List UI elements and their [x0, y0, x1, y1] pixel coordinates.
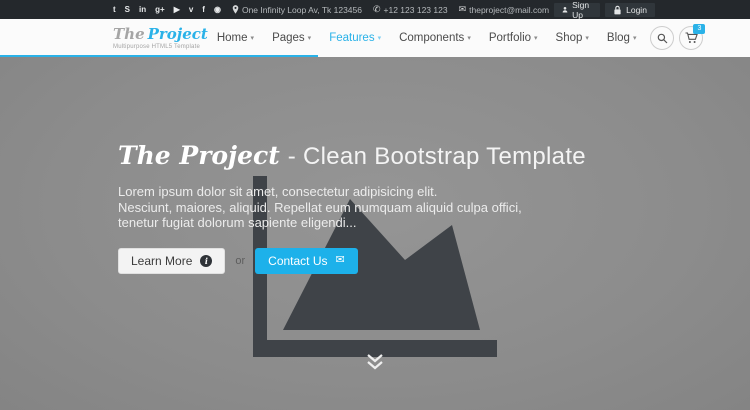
chevron-down-icon: ▾ — [467, 35, 471, 42]
lock-icon — [613, 5, 622, 15]
email-info: ✉ theproject@mail.com — [459, 5, 550, 15]
nav-item-components[interactable]: Components ▾ — [390, 19, 480, 57]
vimeo-icon[interactable]: v — [189, 6, 193, 14]
phone-icon: ✆ — [373, 5, 381, 14]
location-text: One Infinity Loop Av, Tk 123456 — [242, 5, 362, 15]
hero-paragraph-line: Nesciunt, maiores, aliquid. Repellat eum… — [118, 200, 586, 216]
logo-tagline: Multipurpose HTML5 Template — [113, 44, 208, 50]
nav-item-shop[interactable]: Shop ▾ — [547, 19, 598, 57]
hero-buttons: Learn More i or Contact Us ✉ — [118, 248, 586, 274]
google-plus-icon[interactable]: g+ — [155, 6, 165, 14]
dribbble-icon[interactable]: ◉ — [214, 6, 221, 14]
hero-paragraph: Lorem ipsum dolor sit amet, consectetur … — [118, 184, 586, 231]
skype-icon[interactable]: S — [125, 6, 130, 14]
linkedin-icon[interactable]: in — [139, 6, 146, 14]
phone-text: +12 123 123 123 — [384, 5, 448, 15]
search-button[interactable] — [650, 26, 674, 50]
social-links: t S in g+ ▶ v f ◉ — [113, 6, 221, 14]
facebook-icon[interactable]: f — [202, 6, 205, 14]
nav-item-label: Portfolio — [489, 19, 531, 57]
email-text: theproject@mail.com — [469, 5, 549, 15]
chevron-down-icon: ▾ — [633, 35, 637, 42]
hero-section: The Project - Clean Bootstrap Template L… — [0, 57, 750, 410]
hero-paragraph-line: Lorem ipsum dolor sit amet, consectetur … — [118, 184, 586, 200]
page: t S in g+ ▶ v f ◉ One Infinity Loop Av, … — [0, 0, 750, 410]
nav-item-pages[interactable]: Pages ▾ — [263, 19, 320, 57]
or-text: or — [235, 255, 245, 267]
chevron-down-icon: ▾ — [308, 35, 312, 42]
info-icon: i — [200, 255, 212, 267]
chevron-down-icon: ▾ — [378, 35, 382, 42]
logo-project: Project — [148, 25, 208, 43]
map-pin-icon — [232, 5, 239, 14]
main-menu: Home ▾ Pages ▾ Features ▾ Components ▾ P… — [208, 19, 646, 57]
login-button[interactable]: Login — [605, 3, 655, 17]
user-icon — [562, 5, 568, 14]
nav-item-label: Home — [217, 19, 248, 57]
contact-us-label: Contact Us — [268, 254, 327, 268]
youtube-icon[interactable]: ▶ — [174, 6, 180, 14]
nav-item-label: Components — [399, 19, 464, 57]
cart-count-badge: 3 — [693, 24, 705, 34]
logo-text: TheProject — [113, 27, 208, 42]
hero-title: The Project - Clean Bootstrap Template — [118, 141, 586, 171]
location-info: One Infinity Loop Av, Tk 123456 — [232, 5, 362, 15]
sign-up-label: Sign Up — [572, 0, 592, 20]
nav-item-home[interactable]: Home ▾ — [208, 19, 263, 57]
nav-item-blog[interactable]: Blog ▾ — [598, 19, 646, 57]
chevron-down-icon: ▾ — [251, 35, 255, 42]
hero-title-rest: - Clean Bootstrap Template — [288, 143, 586, 171]
navbar-icons: 3 — [645, 26, 703, 50]
login-label: Login — [626, 5, 647, 15]
nav-item-label: Blog — [607, 19, 630, 57]
topbar-inner: t S in g+ ▶ v f ◉ One Infinity Loop Av, … — [113, 0, 637, 19]
sign-up-button[interactable]: Sign Up — [554, 3, 600, 17]
hero-title-script: The Project — [118, 141, 280, 170]
navbar-inner: TheProject Multipurpose HTML5 Template H… — [113, 19, 637, 57]
logo[interactable]: TheProject Multipurpose HTML5 Template — [113, 27, 208, 50]
nav-item-label: Features — [329, 19, 374, 57]
chevron-down-icon: ▾ — [585, 35, 589, 42]
topbar: t S in g+ ▶ v f ◉ One Infinity Loop Av, … — [0, 0, 750, 19]
navbar: TheProject Multipurpose HTML5 Template H… — [0, 19, 750, 57]
learn-more-label: Learn More — [131, 254, 192, 268]
envelope-icon: ✉ — [459, 5, 467, 14]
search-icon — [657, 33, 668, 44]
twitter-icon[interactable]: t — [113, 6, 116, 14]
hero-content: The Project - Clean Bootstrap Template L… — [118, 141, 586, 274]
nav-item-label: Pages — [272, 19, 305, 57]
scroll-down-chevron[interactable] — [366, 353, 384, 370]
cart-button[interactable]: 3 — [679, 26, 703, 50]
logo-the: The — [113, 25, 145, 43]
learn-more-button[interactable]: Learn More i — [118, 248, 225, 274]
hero-paragraph-line: tenetur fugiat dolorum sapiente eligendi… — [118, 215, 586, 231]
contact-us-button[interactable]: Contact Us ✉ — [255, 248, 358, 274]
chevron-down-icon: ▾ — [534, 35, 538, 42]
nav-item-features[interactable]: Features ▾ — [320, 19, 390, 57]
envelope-icon: ✉ — [336, 255, 345, 266]
nav-item-portfolio[interactable]: Portfolio ▾ — [480, 19, 547, 57]
phone-info: ✆ +12 123 123 123 — [373, 5, 448, 15]
nav-item-label: Shop — [556, 19, 583, 57]
